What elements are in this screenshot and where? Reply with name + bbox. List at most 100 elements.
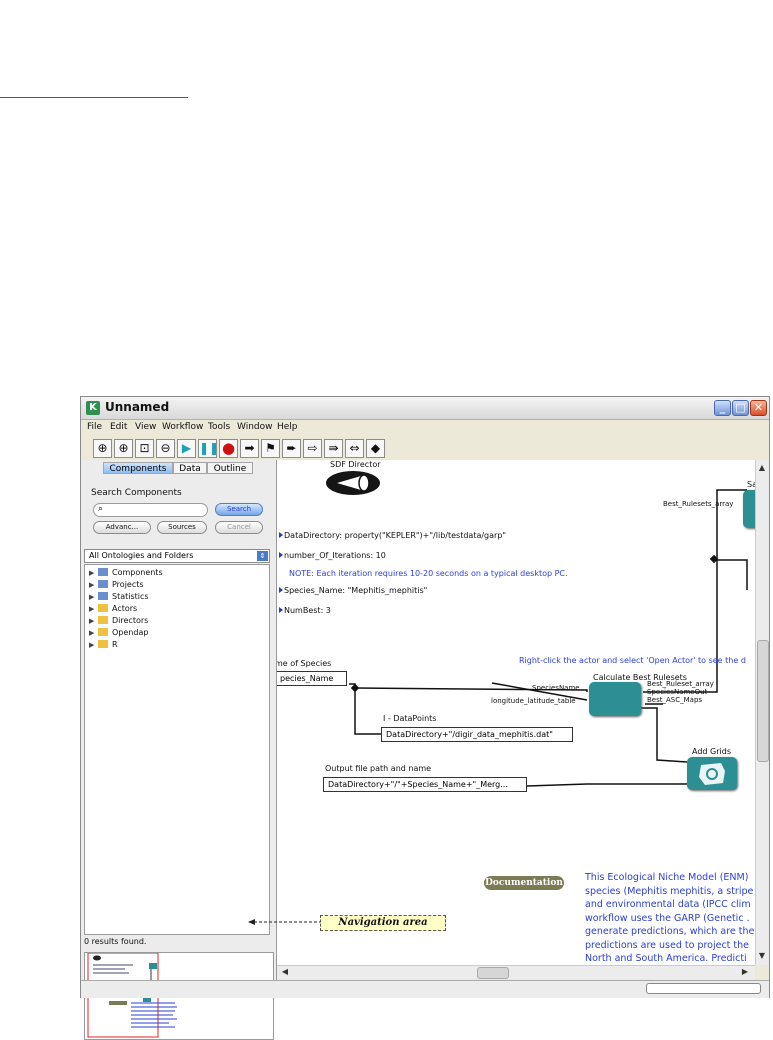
maximize-button[interactable]: □ bbox=[732, 400, 749, 416]
tab-outline[interactable]: Outline bbox=[207, 462, 253, 474]
menu-bar: File Edit View Workflow Tools Window Hel… bbox=[81, 419, 769, 436]
tree-label: Projects bbox=[112, 580, 144, 589]
tab-components[interactable]: Components bbox=[103, 462, 173, 474]
close-button[interactable]: ✕ bbox=[750, 400, 767, 416]
search-input[interactable]: ⌕ bbox=[93, 503, 208, 517]
tree-label: Actors bbox=[112, 604, 138, 613]
add-grids-actor[interactable] bbox=[687, 757, 737, 790]
sdf-director-icon[interactable] bbox=[325, 470, 383, 496]
datapoints-label: I - DataPoints bbox=[383, 714, 437, 723]
doc-line: and environmental data (IPCC clim bbox=[585, 899, 751, 910]
advanced-button[interactable]: Advanc... bbox=[93, 521, 151, 534]
param-data-directory[interactable]: DataDirectory: property("KEPLER")+"/lib/… bbox=[279, 531, 506, 540]
folder-icon bbox=[98, 604, 108, 612]
port-species-name-out: SpeciesNameOut bbox=[647, 688, 708, 696]
window-title: Unnamed bbox=[105, 400, 170, 414]
cancel-button[interactable]: Cancel bbox=[215, 521, 263, 534]
ontology-select[interactable]: All Ontologies and Folders ⇕ bbox=[84, 549, 270, 563]
port-best-asc-maps: Best_ASC_Maps bbox=[647, 696, 703, 704]
arrow-thick-icon[interactable]: ➨ bbox=[282, 439, 301, 458]
arrow-split-icon[interactable]: ⇔ bbox=[345, 439, 364, 458]
zoom-in-icon[interactable]: ⊕ bbox=[93, 439, 112, 458]
progress-field bbox=[646, 983, 761, 994]
param-numbest[interactable]: NumBest: 3 bbox=[279, 606, 331, 615]
expand-arrow-icon: ▶ bbox=[89, 641, 95, 649]
scroll-down-icon[interactable]: ▼ bbox=[756, 950, 768, 962]
doc-line: predictions are used to project the bbox=[585, 939, 750, 951]
expand-arrow-icon: ▶ bbox=[89, 593, 95, 601]
calculate-best-rulesets-actor[interactable] bbox=[589, 682, 641, 716]
param-species-name[interactable]: Species_Name: "Mephitis_mephitis" bbox=[279, 586, 427, 595]
tree-label: Statistics bbox=[112, 592, 149, 601]
tree-item-r[interactable]: ▶ R bbox=[89, 639, 118, 651]
arrow-right-icon[interactable]: ➡ bbox=[240, 439, 259, 458]
stop-icon[interactable]: ● bbox=[219, 439, 238, 458]
arrow-double-icon[interactable]: ⇛ bbox=[324, 439, 343, 458]
tree-label: Components bbox=[112, 568, 163, 577]
pause-icon[interactable]: ❚❚ bbox=[198, 439, 219, 458]
documentation-badge[interactable]: Documentation bbox=[484, 876, 564, 890]
menu-file[interactable]: File bbox=[87, 422, 102, 432]
expand-arrow-icon: ▶ bbox=[89, 605, 95, 613]
menu-edit[interactable]: Edit bbox=[110, 422, 127, 432]
expand-arrow-icon: ▶ bbox=[89, 617, 95, 625]
tree-item-actors[interactable]: ▶ Actors bbox=[89, 603, 137, 615]
partial-teal-actor[interactable] bbox=[743, 490, 755, 528]
sources-button[interactable]: Sources bbox=[157, 521, 207, 534]
datapoints-actor[interactable]: DataDirectory+"/digir_data_mephitis.dat" bbox=[381, 727, 573, 742]
workflow-canvas[interactable]: SDF Director DataDirectory: property("KE… bbox=[277, 460, 755, 965]
search-components-label: Search Components bbox=[91, 488, 182, 498]
run-icon[interactable]: ▶ bbox=[177, 439, 196, 458]
iteration-note: NOTE: Each iteration requires 10-20 seco… bbox=[289, 569, 568, 578]
zoom-reset-icon[interactable]: ⊕ bbox=[114, 439, 133, 458]
search-button[interactable]: Search bbox=[215, 503, 263, 516]
library-panel: Components Data Outline Search Component… bbox=[81, 460, 277, 1040]
select-arrow-icon: ⇕ bbox=[257, 551, 268, 561]
tree-label: Opendap bbox=[112, 628, 149, 637]
tree-item-projects[interactable]: ▶ Projects bbox=[89, 579, 144, 591]
tab-data[interactable]: Data bbox=[173, 462, 207, 474]
tree-item-components[interactable]: ▶ Components bbox=[89, 567, 163, 579]
output-path-actor[interactable]: DataDirectory+"/"+Species_Name+"_Merg... bbox=[323, 777, 527, 792]
species-name-label: me of Species bbox=[277, 659, 332, 668]
flag-icon[interactable]: ⚑ bbox=[261, 439, 280, 458]
tree-item-statistics[interactable]: ▶ Statistics bbox=[89, 591, 149, 603]
zoom-out-icon[interactable]: ⊖ bbox=[156, 439, 175, 458]
tree-label: Directors bbox=[112, 616, 149, 625]
toolbar: ⊕ ⊕ ⊡ ⊖ ▶ ❚❚ ● ➡ ⚑ ➨ ⇨ ⇛ ⇔ ◆ bbox=[81, 436, 769, 460]
menu-help[interactable]: Help bbox=[277, 422, 298, 432]
status-bar bbox=[81, 980, 769, 998]
arrow-outline-icon[interactable]: ⇨ bbox=[303, 439, 322, 458]
top-link-underline bbox=[0, 97, 188, 98]
output-path-label: Output file path and name bbox=[325, 764, 432, 773]
vertical-scroll-thumb[interactable] bbox=[757, 640, 769, 762]
menu-window[interactable]: Window bbox=[237, 422, 273, 432]
navigation-area-callout: Navigation area bbox=[320, 915, 446, 931]
scroll-left-icon[interactable]: ◀ bbox=[279, 966, 291, 978]
tree-item-directors[interactable]: ▶ Directors bbox=[89, 615, 148, 627]
open-actor-note: Right-click the actor and select 'Open A… bbox=[519, 656, 746, 665]
horizontal-scroll-thumb[interactable] bbox=[477, 967, 509, 979]
tree-item-opendap[interactable]: ▶ Opendap bbox=[89, 627, 148, 639]
datapoints-value: DataDirectory+"/digir_data_mephitis.dat" bbox=[386, 730, 553, 739]
vertical-scrollbar[interactable]: ▲ ▼ bbox=[755, 460, 769, 965]
scroll-up-icon[interactable]: ▲ bbox=[756, 462, 768, 474]
diamond-icon[interactable]: ◆ bbox=[366, 439, 385, 458]
zoom-fit-icon[interactable]: ⊡ bbox=[135, 439, 154, 458]
param-number-of-iterations[interactable]: number_Of_Iterations: 10 bbox=[279, 551, 386, 560]
minimize-button[interactable]: _ bbox=[714, 400, 731, 416]
species-name-actor[interactable]: pecies_Name bbox=[277, 671, 347, 686]
expand-arrow-icon: ▶ bbox=[89, 569, 95, 577]
doc-line: generate predictions, which are the bbox=[585, 926, 755, 937]
scroll-right-icon[interactable]: ▶ bbox=[739, 966, 751, 978]
menu-workflow[interactable]: Workflow bbox=[162, 422, 203, 432]
output-path-value: DataDirectory+"/"+Species_Name+"_Merg... bbox=[328, 780, 508, 789]
component-tree: ▶ Components ▶ Projects ▶ Statistics ▶ Actor… bbox=[84, 564, 270, 935]
folder-icon bbox=[98, 628, 108, 636]
horizontal-scrollbar[interactable]: ◀ ▶ bbox=[277, 965, 755, 979]
expand-arrow-icon: ▶ bbox=[89, 629, 95, 637]
menu-view[interactable]: View bbox=[135, 422, 156, 432]
menu-tools[interactable]: Tools bbox=[208, 422, 230, 432]
doc-line: This Ecological Niche Model (ENM) bbox=[585, 872, 749, 883]
partial-actor-label: Sa bbox=[747, 480, 755, 489]
